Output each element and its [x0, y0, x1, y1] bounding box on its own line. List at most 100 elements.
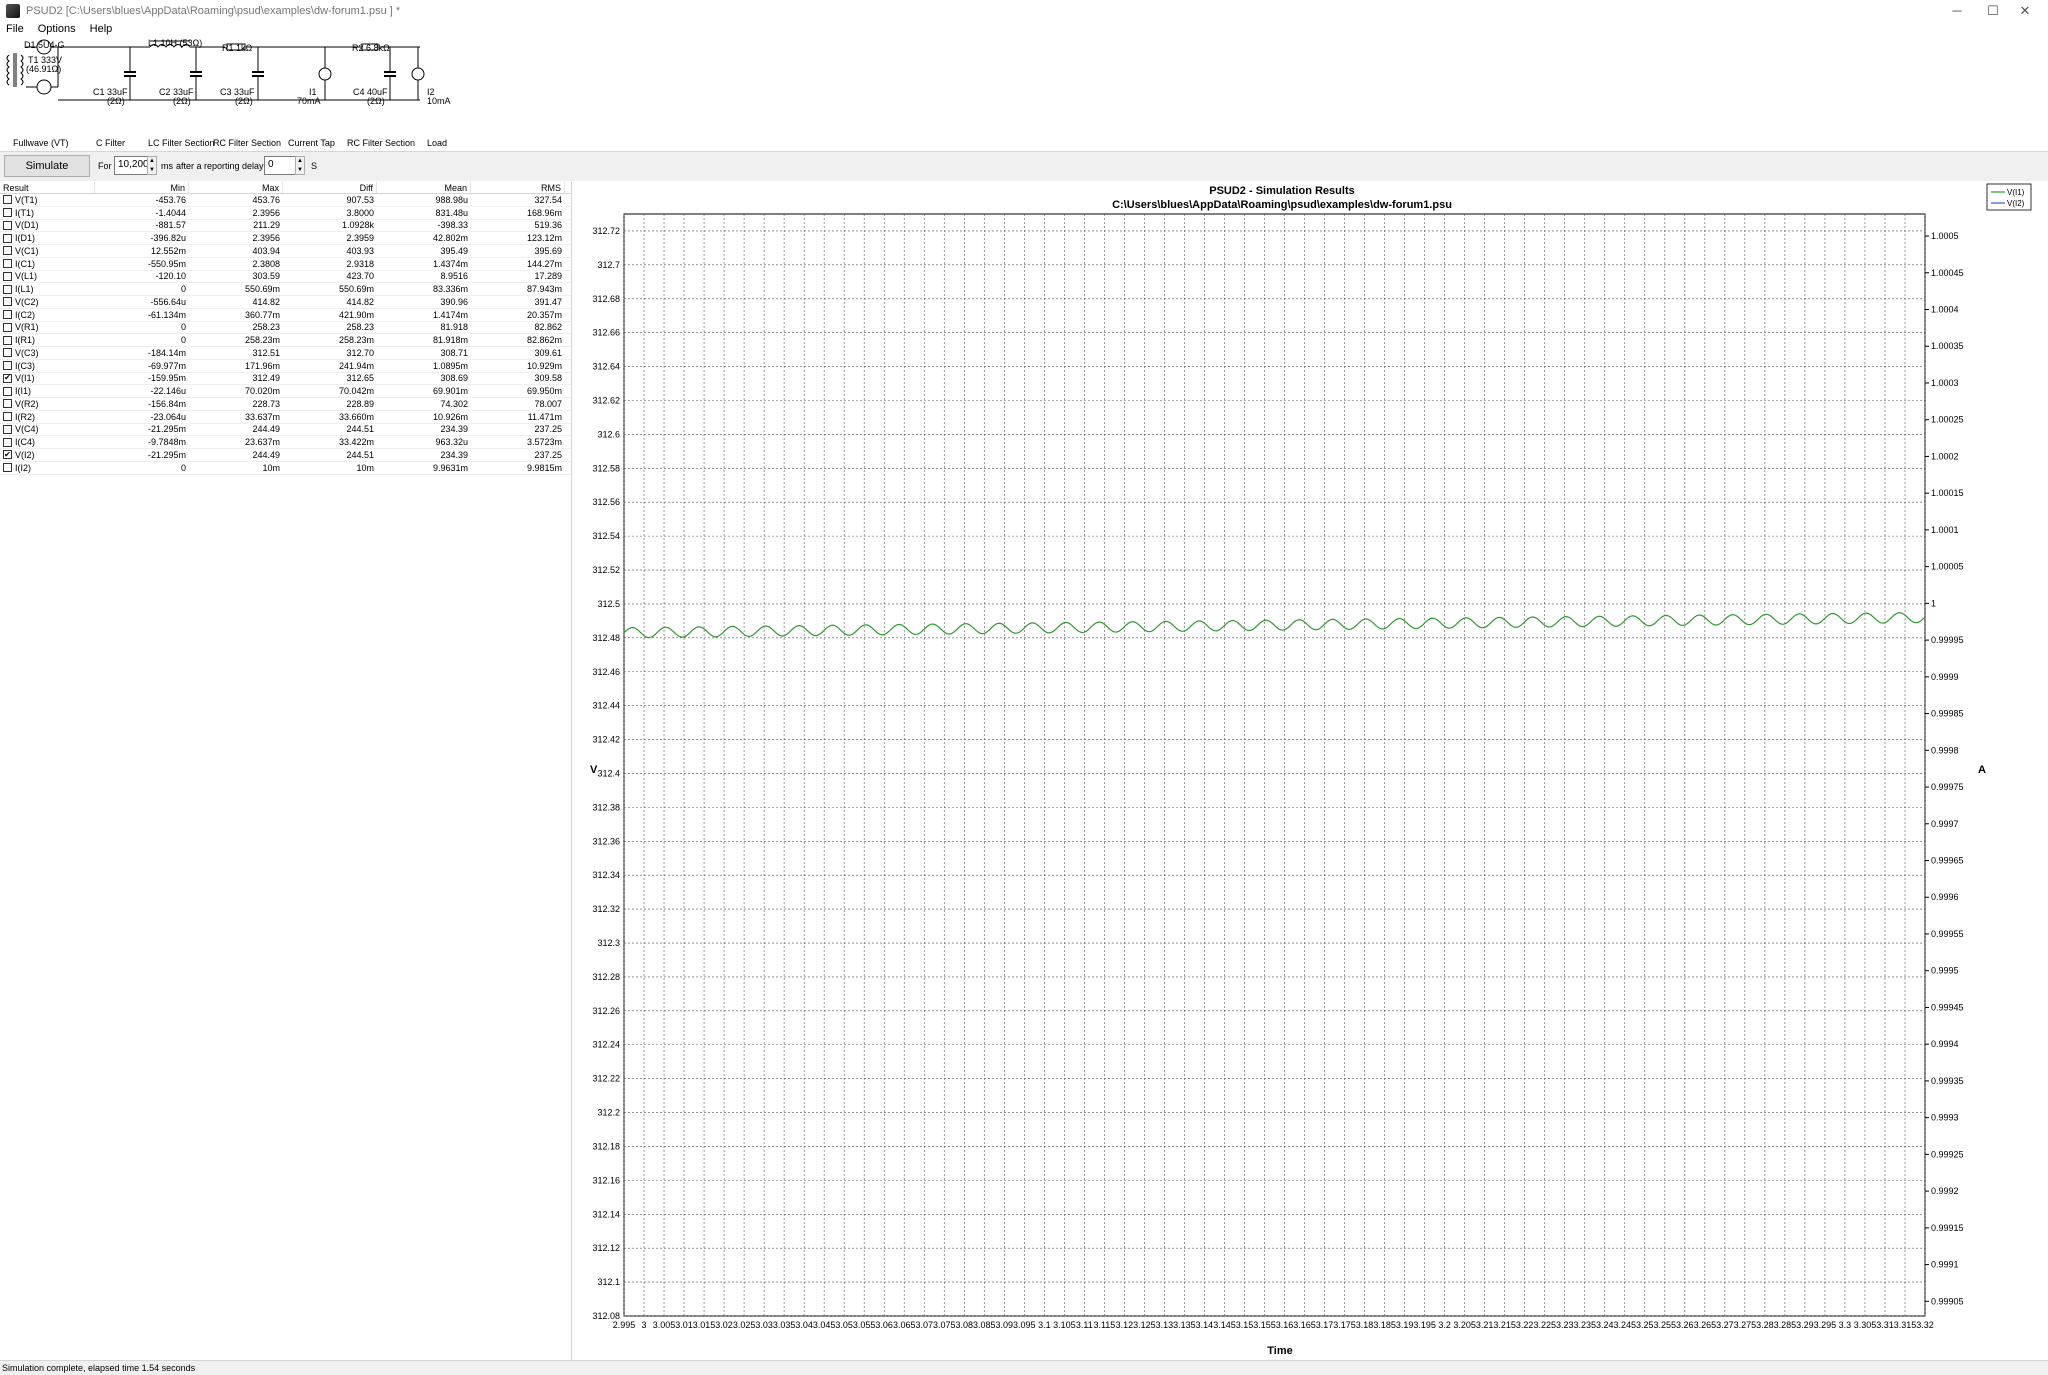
menu-options[interactable]: Options	[38, 23, 76, 35]
x-tick-label: 3.195	[1413, 1320, 1436, 1330]
x-tick-label: 3.055	[853, 1320, 876, 1330]
table-row[interactable]: V(C1) 12.552m 403.94 403.93 395.49 395.69	[0, 245, 571, 258]
table-row[interactable]: ✔ V(I1) -159.95m 312.49 312.65 308.69 309.58	[0, 373, 571, 386]
series-checkbox[interactable]: ✔	[3, 450, 12, 460]
up-arrow-icon[interactable]: ▲	[149, 158, 155, 164]
duration-spinner[interactable]: ▲ ▼	[147, 156, 157, 175]
x-tick-label: 3.26	[1676, 1320, 1694, 1330]
table-row[interactable]: V(D1) -881.57 211.29 1.0928k -398.33 519.36	[0, 220, 571, 233]
table-row[interactable]: I(L1) 0 550.69m 550.69m 83.336m 87.943m	[0, 283, 571, 296]
table-row[interactable]: I(C4) -9.7848m 23.637m 33.422m 963.32u 3.5723…	[0, 436, 571, 449]
series-checkbox[interactable]	[3, 271, 12, 281]
result-name: I(I1)	[15, 386, 32, 397]
x-tick-label: 3.24	[1596, 1320, 1614, 1330]
table-row[interactable]: V(C2) -556.64u 414.82 414.82 390.96 391.47	[0, 296, 571, 309]
table-row[interactable]: I(C2) -61.134m 360.77m 421.90m 1.4174m 20.357…	[0, 309, 571, 322]
table-row[interactable]: I(C3) -69.977m 171.96m 241.94m 1.0895m 10.929…	[0, 360, 571, 373]
simulate-button[interactable]: Simulate	[4, 155, 90, 177]
series-checkbox[interactable]	[3, 348, 12, 358]
table-row[interactable]: V(C3) -184.14m 312.51 312.70 308.71 309.61	[0, 347, 571, 360]
series-checkbox[interactable]: ✔	[3, 373, 12, 383]
series-checkbox[interactable]	[3, 297, 12, 307]
cell-rms: 3.5723m	[526, 437, 562, 448]
cell-mean: 308.71	[440, 347, 468, 358]
down-arrow-icon[interactable]: ▼	[149, 167, 155, 173]
duration-input[interactable]: 10,200	[114, 156, 149, 175]
x-tick-label: 3.25	[1636, 1320, 1654, 1330]
table-row[interactable]: I(I2) 0 10m 10m 9.9631m 9.9815m	[0, 462, 571, 475]
col-min[interactable]: Min	[95, 182, 189, 193]
up-arrow-icon[interactable]: ▲	[297, 158, 303, 164]
series-checkbox[interactable]	[3, 463, 12, 473]
table-row[interactable]: I(T1) -1.4044 2.3956 3.8000 831.48u 168.96m	[0, 207, 571, 220]
cell-rms: 78.007	[534, 398, 562, 409]
x-axis-label: Time	[1267, 1345, 1292, 1357]
result-name-cell: V(C3)	[0, 348, 95, 358]
series-checkbox[interactable]	[3, 322, 12, 332]
col-diff[interactable]: Diff	[283, 182, 377, 193]
x-tick-label: 3.28	[1756, 1320, 1774, 1330]
series-checkbox[interactable]	[3, 424, 12, 434]
cell-rms: 69.950m	[526, 386, 562, 397]
cell-mean: 988.98u	[435, 194, 468, 205]
result-name: V(T1)	[15, 194, 38, 205]
table-row[interactable]: ✔ V(I2) -21.295m 244.49 244.51 234.39 237.25	[0, 449, 571, 462]
x-tick-label: 3.27	[1716, 1320, 1734, 1330]
col-rms[interactable]: RMS	[471, 182, 565, 193]
x-tick-label: 3.12	[1116, 1320, 1134, 1330]
series-checkbox[interactable]	[3, 220, 12, 230]
legend-entry[interactable]: V(I2)	[2007, 199, 2025, 208]
y-tick-label: 312.6	[597, 429, 620, 439]
delay-spinner[interactable]: ▲ ▼	[295, 156, 305, 175]
series-checkbox[interactable]	[3, 437, 12, 447]
close-button[interactable]: ✕	[2002, 0, 2048, 21]
col-result[interactable]: Result	[0, 182, 95, 193]
series-checkbox[interactable]	[3, 246, 12, 256]
circuit-schematic[interactable]: D1 5U4-G T1 333V (46.91Ω) L1 10H (53Ω) R…	[0, 37, 2048, 151]
series-checkbox[interactable]	[3, 195, 12, 205]
delay-input[interactable]: 0	[264, 156, 296, 175]
series-checkbox[interactable]	[3, 335, 12, 345]
table-row[interactable]: I(R1) 0 258.23m 258.23m 81.918m 82.862m	[0, 334, 571, 347]
col-max[interactable]: Max	[189, 182, 283, 193]
col-mean[interactable]: Mean	[377, 182, 471, 193]
cell-min: -22.146u	[150, 386, 186, 397]
cell-mean: 1.0895m	[432, 360, 468, 371]
x-tick-label: 3.235	[1573, 1320, 1596, 1330]
table-row[interactable]: V(R1) 0 258.23 258.23 81.918 82.862	[0, 322, 571, 335]
table-row[interactable]: V(T1) -453.76 453.76 907.53 988.98u 327.54	[0, 194, 571, 207]
y-tick-label: 312.14	[592, 1209, 620, 1219]
series-checkbox[interactable]	[3, 259, 12, 269]
cell-max: 258.23m	[244, 335, 280, 346]
y-tick-label: 312.08	[592, 1311, 620, 1321]
y-tick-label: 312.22	[592, 1074, 620, 1084]
table-row[interactable]: V(C4) -21.295m 244.49 244.51 234.39 237.25	[0, 424, 571, 437]
cell-max: 453.76	[252, 194, 280, 205]
chart-legend[interactable]: V(I1) V(I2)	[1986, 183, 2032, 211]
result-name: V(L1)	[15, 271, 38, 282]
legend-entry[interactable]: V(I1)	[2007, 188, 2025, 197]
series-checkbox[interactable]	[3, 284, 12, 294]
table-row[interactable]: I(I1) -22.146u 70.020m 70.042m 69.901m 69.950…	[0, 385, 571, 398]
down-arrow-icon[interactable]: ▼	[297, 167, 303, 173]
table-row[interactable]: I(R2) -23.064u 33.637m 33.660m 10.926m 11.471…	[0, 411, 571, 424]
chart-svg[interactable]: PSUD2 - Simulation Results C:\Users\blue…	[582, 182, 2038, 1360]
result-name-cell: I(I2)	[0, 463, 95, 473]
x-tick-label: 3.135	[1173, 1320, 1196, 1330]
menu-help[interactable]: Help	[90, 23, 113, 35]
table-row[interactable]: I(C1) -550.95m 2.3808 2.9318 1.4374m 144.27m	[0, 258, 571, 271]
menu-file[interactable]: File	[6, 23, 24, 35]
series-checkbox[interactable]	[3, 233, 12, 243]
table-row[interactable]: V(L1) -120.10 303.59 423.70 8.9516 17.289	[0, 271, 571, 284]
series-checkbox[interactable]	[3, 361, 12, 371]
x-tick-label: 3.09	[996, 1320, 1014, 1330]
series-checkbox[interactable]	[3, 386, 12, 396]
table-row[interactable]: I(D1) -396.82u 2.3956 2.3959 42.802m 123.12m	[0, 232, 571, 245]
x-tick-label: 3.15	[1236, 1320, 1254, 1330]
series-checkbox[interactable]	[3, 412, 12, 422]
series-checkbox[interactable]	[3, 208, 12, 218]
series-checkbox[interactable]	[3, 310, 12, 320]
series-checkbox[interactable]	[3, 399, 12, 409]
table-row[interactable]: V(R2) -156.84m 228.73 228.89 74.302 78.007	[0, 398, 571, 411]
result-name: V(C2)	[15, 296, 39, 307]
